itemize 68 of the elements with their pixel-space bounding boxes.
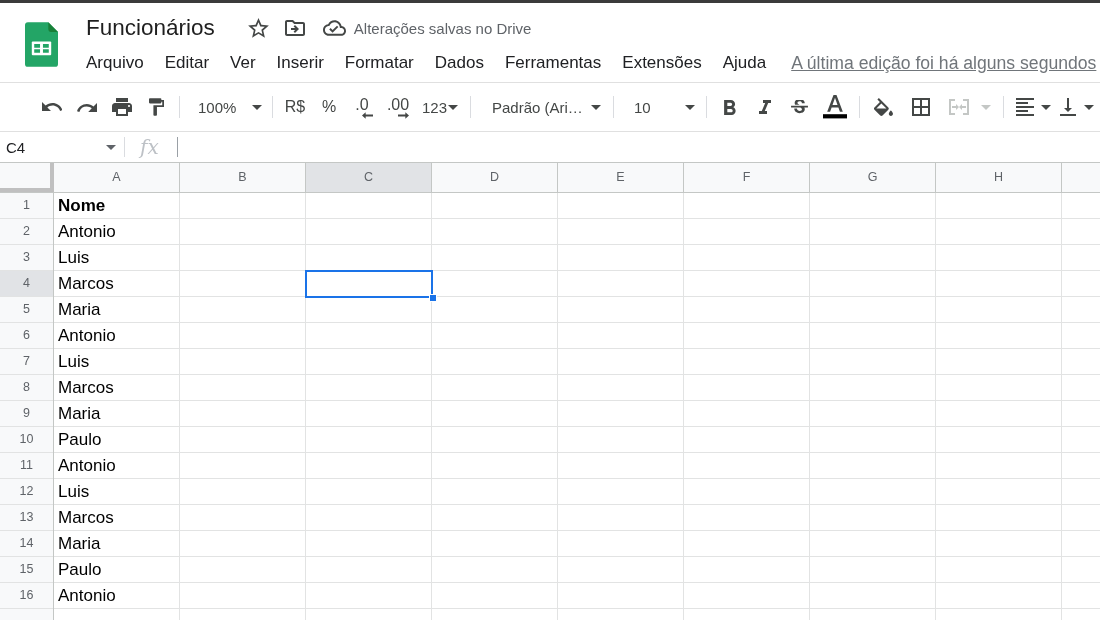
font-dropdown[interactable]: Padrão (Ari… bbox=[478, 92, 606, 122]
text-color-icon bbox=[822, 95, 847, 119]
left-arrow-icon bbox=[361, 112, 373, 119]
grid-icon bbox=[912, 98, 930, 116]
caret-icon bbox=[1041, 104, 1051, 110]
row-header[interactable]: 4 bbox=[0, 271, 53, 297]
table-cell-text: Luis bbox=[57, 481, 91, 503]
table-cell-text: Luis bbox=[57, 351, 91, 373]
bold-icon bbox=[723, 99, 736, 115]
currency-button[interactable]: R$ bbox=[278, 92, 312, 122]
table-cell-text: Paulo bbox=[57, 559, 103, 581]
table-cell-text: Maria bbox=[57, 533, 102, 555]
menu-item[interactable]: Dados bbox=[434, 52, 484, 74]
table-cell-text: Maria bbox=[57, 403, 102, 425]
zoom-dropdown[interactable]: 100% bbox=[185, 92, 267, 122]
caret-icon bbox=[252, 104, 262, 110]
fill-handle[interactable] bbox=[429, 294, 437, 302]
table-cell-text: Nome bbox=[57, 195, 107, 217]
star-icon[interactable] bbox=[247, 18, 269, 38]
redo-icon bbox=[76, 102, 97, 112]
table-cell-text: Maria bbox=[57, 299, 102, 321]
table-cell-text: Luis bbox=[57, 247, 91, 269]
function-label: fx bbox=[140, 135, 159, 159]
percent-button[interactable]: % bbox=[312, 92, 346, 122]
paint-bucket-icon bbox=[873, 98, 893, 116]
print-icon bbox=[111, 98, 132, 116]
merge-icon bbox=[949, 99, 969, 115]
menu-item[interactable]: Formatar bbox=[344, 52, 414, 74]
menu-item[interactable]: Ajuda bbox=[722, 52, 767, 74]
folder-arrow-icon[interactable] bbox=[284, 20, 305, 36]
menu-item[interactable]: Inserir bbox=[276, 52, 324, 74]
menu-item[interactable]: Editar bbox=[164, 52, 210, 74]
number-format-dropdown[interactable]: 123 bbox=[418, 92, 462, 122]
menu-item[interactable]: Extensões bbox=[622, 52, 702, 74]
menu-item[interactable]: Arquivo bbox=[86, 52, 144, 74]
menu-item[interactable]: Ferramentas bbox=[504, 52, 602, 74]
save-status: Alterações salvas no Drive bbox=[353, 19, 532, 37]
caret-icon bbox=[448, 104, 459, 110]
table-cell-text: Marcos bbox=[57, 377, 115, 399]
table-cell-text: Antonio bbox=[57, 455, 117, 477]
align-bottom-icon bbox=[1060, 98, 1076, 116]
caret-icon bbox=[685, 104, 695, 110]
paint-roller-icon bbox=[149, 98, 164, 116]
strikethrough-icon bbox=[791, 99, 808, 115]
menu-item[interactable]: Ver bbox=[230, 52, 256, 74]
table-cell-text: Paulo bbox=[57, 429, 103, 451]
caret-icon bbox=[106, 144, 116, 150]
table-cell-text: Marcos bbox=[57, 273, 115, 295]
table-cell-text: Marcos bbox=[57, 507, 115, 529]
cloud-check-icon[interactable] bbox=[322, 20, 346, 36]
undo-icon bbox=[41, 102, 62, 112]
spreadsheet-file-icon[interactable] bbox=[25, 22, 58, 67]
caret-icon bbox=[1084, 104, 1094, 110]
align-left-icon bbox=[1016, 98, 1034, 116]
column-header[interactable]: C bbox=[306, 163, 432, 192]
right-arrow-icon bbox=[397, 112, 409, 119]
increase-decimals-button[interactable]: .00 bbox=[378, 92, 418, 122]
decrease-decimals-button[interactable]: .0 bbox=[346, 92, 378, 122]
last-edit-link[interactable]: A última edição foi há alguns segundos bbox=[791, 52, 1097, 74]
italic-icon bbox=[758, 100, 771, 114]
table-cell-text: Antonio bbox=[57, 221, 117, 243]
caret-icon bbox=[591, 104, 601, 110]
font-size-dropdown[interactable]: 10 bbox=[620, 92, 700, 122]
name-box[interactable]: C4 bbox=[0, 133, 124, 161]
table-cell-text: Antonio bbox=[57, 585, 117, 607]
caret-icon bbox=[981, 104, 991, 110]
table-cell-text: Antonio bbox=[57, 325, 117, 347]
document-title[interactable]: Funcionários bbox=[86, 15, 215, 41]
